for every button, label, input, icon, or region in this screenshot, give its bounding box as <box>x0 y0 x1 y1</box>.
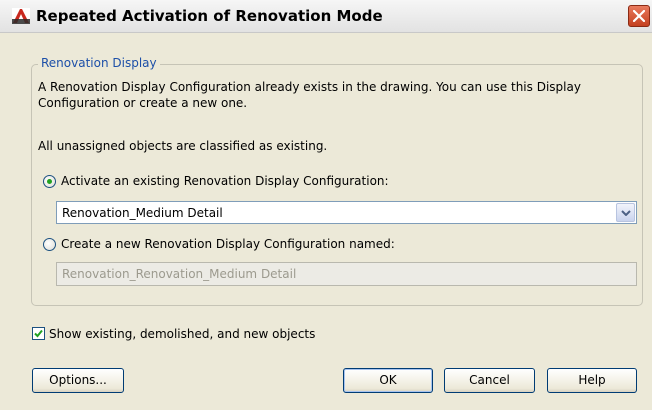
close-icon <box>633 10 645 22</box>
help-button[interactable]: Help <box>547 368 637 393</box>
title-bar[interactable]: Repeated Activation of Renovation Mode <box>0 0 652 33</box>
cancel-button[interactable]: Cancel <box>444 368 535 393</box>
radio-selected-dot <box>47 179 52 184</box>
ok-button[interactable]: OK <box>343 368 433 393</box>
description-line-1: A Renovation Display Configuration alrea… <box>38 80 581 94</box>
new-configuration-name-field[interactable]: Renovation_Renovation_Medium Detail <box>56 262 637 286</box>
show-objects-checkbox[interactable] <box>32 327 45 340</box>
show-objects-label[interactable]: Show existing, demolished, and new objec… <box>49 327 315 341</box>
dropdown-selected-value: Renovation_Medium Detail <box>62 206 223 220</box>
classified-note: All unassigned objects are classified as… <box>38 139 328 153</box>
dropdown-arrow-button[interactable] <box>616 203 635 222</box>
radio-activate-existing[interactable] <box>43 175 56 188</box>
radio-activate-existing-label[interactable]: Activate an existing Renovation Display … <box>61 174 389 188</box>
radio-create-new[interactable] <box>43 238 56 251</box>
new-configuration-name-value: Renovation_Renovation_Medium Detail <box>62 267 297 281</box>
options-button[interactable]: Options... <box>32 368 124 393</box>
close-button[interactable] <box>628 5 650 27</box>
checkmark-icon <box>34 329 43 338</box>
radio-create-new-label[interactable]: Create a new Renovation Display Configur… <box>61 237 395 251</box>
chevron-down-icon <box>621 210 631 216</box>
autocad-app-icon <box>12 8 30 24</box>
description-line-2: Configuration or create a new one. <box>38 96 248 110</box>
window-title: Repeated Activation of Renovation Mode <box>36 7 383 25</box>
group-legend: Renovation Display <box>38 56 160 70</box>
existing-configuration-dropdown[interactable]: Renovation_Medium Detail <box>56 201 637 224</box>
